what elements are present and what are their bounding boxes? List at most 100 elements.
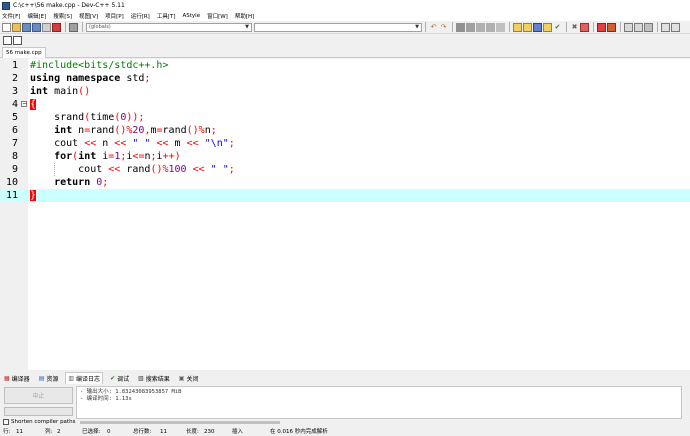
tab-label: 编译日志 xyxy=(76,376,101,383)
tab-close[interactable]: ▣ 关闭 xyxy=(177,372,201,384)
save-all-icon[interactable] xyxy=(32,22,41,32)
line-number: 4 xyxy=(11,99,18,110)
compile-log-output[interactable]: - 输出大小: 1.83243083953857 MiB - 编译时间: 1.1… xyxy=(76,386,682,419)
run-icon[interactable] xyxy=(523,22,532,32)
code-line[interactable]: 2 using namespace std; xyxy=(0,72,690,85)
code-line[interactable]: 9 cout << rand()%100 << " "; xyxy=(0,163,690,176)
save-icon[interactable] xyxy=(22,22,31,32)
about-icon[interactable] xyxy=(671,22,680,32)
shorten-paths-checkbox[interactable] xyxy=(3,419,9,425)
tab-debug[interactable]: ✔ 调试 xyxy=(108,372,131,384)
menu-astyle[interactable]: AStyle xyxy=(183,13,201,19)
menu-window[interactable]: 窗口[W] xyxy=(207,12,228,20)
line-number: 2 xyxy=(11,73,18,84)
status-col-value: 2 xyxy=(57,429,61,435)
line-number: 7 xyxy=(11,138,18,149)
close-file-icon[interactable] xyxy=(42,22,51,32)
add-to-project-icon[interactable] xyxy=(634,22,643,32)
menu-view[interactable]: 视图[V] xyxy=(79,12,98,20)
window-title: C:\c++\56 make.cpp - Dev-C++ 5.11 xyxy=(13,2,125,9)
line-number: 3 xyxy=(11,86,18,97)
fold-collapse-icon[interactable]: − xyxy=(21,101,27,107)
code-text[interactable]: using namespace std; xyxy=(30,72,150,85)
toggle-comment-icon[interactable] xyxy=(13,35,22,45)
code-line[interactable]: 7 cout << n << " " << m << "\n"; xyxy=(0,137,690,150)
file-tab-strip: 56 make.cpp xyxy=(0,46,690,58)
code-line[interactable]: 10 return 0; xyxy=(0,176,690,189)
unindent-icon[interactable] xyxy=(486,22,495,32)
code-line[interactable]: 3 int main() xyxy=(0,85,690,98)
tab-label: 56 make.cpp xyxy=(6,50,42,56)
insert-snippet-icon[interactable] xyxy=(3,35,12,45)
status-insert-mode: 插入 xyxy=(232,429,244,435)
close-all-icon[interactable] xyxy=(52,22,61,32)
secondary-toolbar xyxy=(0,34,690,46)
toolbar-separator xyxy=(593,22,594,32)
new-file-icon[interactable] xyxy=(2,22,11,32)
log-horizontal-scrollbar[interactable] xyxy=(76,420,682,425)
tab-compiler[interactable]: ▦ 编译器 xyxy=(2,372,32,384)
status-row-label: 行: xyxy=(3,429,11,435)
menu-search[interactable]: 搜索[S] xyxy=(53,12,72,20)
code-text[interactable]: cout << n << " " << m << "\n"; xyxy=(30,137,235,150)
menu-file[interactable]: 文件[F] xyxy=(2,12,20,20)
code-line[interactable]: 8 for(int i=1;i<=n;i++) xyxy=(0,150,690,163)
debug-icon[interactable] xyxy=(580,22,589,32)
code-text[interactable]: { xyxy=(30,98,37,111)
menu-project[interactable]: 项目[P] xyxy=(105,12,124,20)
scrollbar-thumb[interactable] xyxy=(80,421,280,424)
status-parse-time: 在 0.016 秒内完成解析 xyxy=(270,429,328,435)
status-total-value: 11 xyxy=(160,429,167,435)
tab-label: 资源 xyxy=(46,375,59,383)
tab-resources[interactable]: ▤ 资源 xyxy=(37,372,61,384)
code-text[interactable]: cout << rand()%100 << " "; xyxy=(30,163,235,176)
code-text[interactable]: } xyxy=(30,189,37,202)
line-number: 10 xyxy=(5,177,18,188)
check-syntax-icon[interactable]: ✔ xyxy=(553,23,562,32)
new-project-icon[interactable] xyxy=(624,22,633,32)
goto-line-icon[interactable] xyxy=(496,22,505,32)
redo-icon[interactable]: ↷ xyxy=(439,23,448,32)
toggle-bookmark-icon[interactable] xyxy=(456,22,465,32)
menu-tools[interactable]: 工具[T] xyxy=(157,12,176,20)
toolbar-separator xyxy=(566,22,567,32)
toolbar-separator xyxy=(82,22,83,32)
tab-search-results[interactable]: ▧ 搜索结果 xyxy=(136,372,172,384)
symbol-combo[interactable]: ▼ xyxy=(254,22,422,32)
goto-bookmark-icon[interactable] xyxy=(466,22,475,32)
code-line[interactable]: 6 int n=rand()%20,m=rand()%n; xyxy=(0,124,690,137)
code-line[interactable]: 5 srand(time(0)); xyxy=(0,111,690,124)
line-number: 6 xyxy=(11,125,18,136)
code-text[interactable]: int n=rand()%20,m=rand()%n; xyxy=(30,124,217,137)
open-file-icon[interactable] xyxy=(12,22,21,32)
tab-56-make-cpp[interactable]: 56 make.cpp xyxy=(2,47,46,58)
print-icon[interactable] xyxy=(69,22,78,32)
code-text[interactable]: return 0; xyxy=(30,176,108,189)
log-line: - 输出大小: 1.83243083953857 MiB xyxy=(80,389,182,395)
code-line[interactable]: 1 #include<bits/stdc++.h> xyxy=(0,59,690,72)
delete-profile-icon[interactable] xyxy=(607,22,616,32)
tab-compile-log[interactable]: ▥ 编译日志 xyxy=(65,372,104,384)
compile-icon[interactable] xyxy=(513,22,522,32)
code-line[interactable]: 4 − { xyxy=(0,98,690,111)
shorten-paths-option[interactable]: Shorten compiler paths xyxy=(3,419,75,425)
code-text[interactable]: for(int i=1;i<=n;i++) xyxy=(30,150,181,163)
profile-icon[interactable] xyxy=(597,22,606,32)
code-editor[interactable]: 1 #include<bits/stdc++.h> 2 using namesp… xyxy=(0,59,690,370)
menu-run[interactable]: 运行[R] xyxy=(131,12,150,20)
compile-run-icon[interactable] xyxy=(533,22,542,32)
code-text[interactable]: int main() xyxy=(30,85,90,98)
menu-edit[interactable]: 编辑[E] xyxy=(27,12,46,20)
rebuild-icon[interactable] xyxy=(543,22,552,32)
code-text[interactable]: srand(time(0)); xyxy=(30,111,144,124)
indent-icon[interactable] xyxy=(476,22,485,32)
code-text[interactable]: #include<bits/stdc++.h> xyxy=(30,59,168,72)
undo-icon[interactable]: ↶ xyxy=(429,23,438,32)
abort-button[interactable]: 中止 xyxy=(4,387,73,404)
help-icon[interactable] xyxy=(661,22,670,32)
code-line-current[interactable]: 11 } xyxy=(0,189,690,202)
menu-help[interactable]: 帮助[H] xyxy=(235,12,254,20)
stop-icon[interactable]: ✖ xyxy=(570,23,579,32)
project-options-icon[interactable] xyxy=(644,22,653,32)
scope-combo[interactable]: (globals) ▼ xyxy=(86,22,252,32)
